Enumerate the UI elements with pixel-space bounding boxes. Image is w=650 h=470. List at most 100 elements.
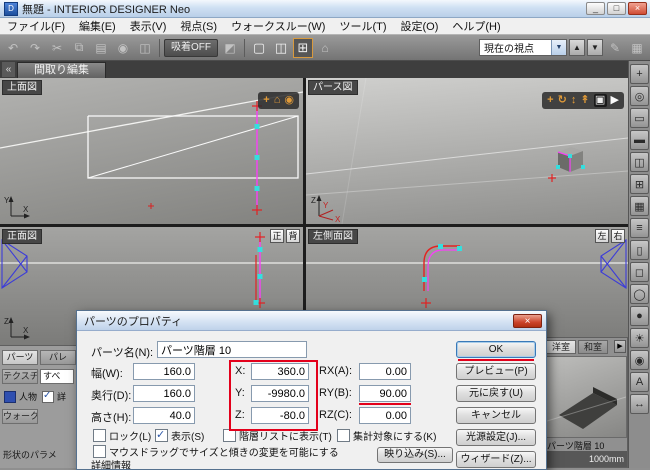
elevate-view-button[interactable]: ↕ — [571, 94, 577, 107]
tab-floorplan-edit[interactable]: 間取り編集 — [17, 62, 106, 78]
tab-walk[interactable]: ウォーク — [2, 409, 38, 424]
title-bar[interactable]: D 無題 - INTERIOR DESIGNER Neo _ □ × — [0, 0, 650, 18]
view-single-button[interactable]: ▢ — [249, 38, 269, 58]
pos-x-input[interactable] — [251, 363, 309, 380]
tab-western-room[interactable]: 洋室 — [546, 340, 576, 354]
back-face-button[interactable]: 背 — [286, 229, 300, 243]
edit-menu-item[interactable]: 編集(E) — [72, 17, 123, 35]
tab-japanese-room[interactable]: 和室 — [578, 340, 608, 354]
window-tool-button[interactable]: ⊞ — [630, 174, 649, 194]
sphere-tool-button[interactable]: ● — [630, 306, 649, 326]
category-dropdown[interactable]: すべ — [40, 369, 74, 384]
frame-button[interactable]: ◫ — [135, 38, 155, 58]
text-tool-button[interactable]: A — [630, 372, 649, 392]
paste-button[interactable]: ▤ — [91, 38, 111, 58]
part-preview-thumbnail[interactable] — [546, 356, 627, 438]
move-view-button[interactable]: + — [547, 94, 553, 107]
maximize-button[interactable]: □ — [607, 2, 626, 15]
tools-menu-item[interactable]: ツール(T) — [332, 17, 393, 35]
capture-button[interactable]: ◉ — [113, 38, 133, 58]
height-input[interactable] — [133, 407, 195, 424]
tab-texture[interactable]: テクスチャ — [2, 369, 38, 384]
minimize-button[interactable]: _ — [586, 2, 605, 15]
walk-view-button[interactable]: ↟ — [580, 94, 589, 107]
camera-view-button[interactable]: ◉ — [284, 94, 294, 107]
detail-toggle[interactable]: 詳 — [42, 390, 66, 403]
rot-x-input[interactable] — [359, 363, 411, 380]
column-tool-button[interactable]: ▯ — [630, 240, 649, 260]
height-label: 高さ(H): — [91, 409, 131, 425]
person-toggle[interactable]: 人物 — [4, 390, 37, 403]
orbit-view-button[interactable]: ↻ — [558, 94, 567, 107]
move-view-button[interactable]: + — [263, 94, 269, 107]
tab-parts[interactable]: パーツ — [2, 350, 38, 365]
revert-button[interactable]: 元に戻す(U) — [456, 385, 536, 402]
rot-z-input[interactable] — [359, 407, 411, 424]
help-menu-item[interactable]: ヘルプ(H) — [445, 17, 507, 35]
front-face-button[interactable]: 正 — [270, 229, 284, 243]
wizard-button[interactable]: ウィザード(Z)... — [456, 451, 536, 468]
snap-toggle-button[interactable]: 吸着OFF — [164, 39, 218, 57]
floor-tool-button[interactable]: ▦ — [630, 196, 649, 216]
ok-button[interactable]: OK — [456, 341, 536, 358]
preview-button[interactable]: プレビュー(P) — [456, 363, 536, 380]
light-settings-button[interactable]: 光源設定(J)... — [456, 429, 536, 446]
copy-button[interactable]: ⧉ — [69, 38, 89, 58]
fit-view-button[interactable]: ▣ — [594, 94, 607, 107]
edit-viewpoint-button[interactable]: ✎ — [605, 38, 625, 58]
undo-button[interactable]: ↶ — [3, 38, 23, 58]
tab-palette[interactable]: パレ — [40, 350, 76, 365]
pointer-mode-button[interactable]: ▶ — [611, 94, 619, 107]
cylinder-tool-button[interactable]: ◯ — [630, 284, 649, 304]
detail-checkbox[interactable] — [42, 391, 54, 403]
viewpoint-next-button[interactable]: ▼ — [587, 39, 603, 56]
viewport-top-view[interactable]: 上面図 + ⌂ ◉ Y X — [0, 78, 303, 224]
tab-scroll-right-button[interactable]: ▶ — [614, 340, 626, 353]
detail-info-link[interactable]: 詳細情報 — [91, 457, 131, 470]
home-view-button[interactable]: ⌂ — [274, 94, 281, 107]
view-menu-item[interactable]: 表示(V) — [123, 17, 174, 35]
viewpoint-prev-button[interactable]: ▲ — [569, 39, 585, 56]
right-face-button[interactable]: 右 — [611, 229, 625, 243]
close-button[interactable]: × — [628, 2, 647, 15]
room-tool-button[interactable]: ▭ — [630, 108, 649, 128]
box-tool-button[interactable]: ◻ — [630, 262, 649, 282]
viewpoint-select[interactable]: 現在の視点 ▼ — [479, 39, 567, 56]
zoom-tool-button[interactable]: ◎ — [630, 86, 649, 106]
stairs-tool-button[interactable]: ≡ — [630, 218, 649, 238]
view-quad-button[interactable]: ⊞ — [293, 38, 313, 58]
width-input[interactable] — [133, 363, 195, 380]
cut-button[interactable]: ✂ — [47, 38, 67, 58]
grid-button[interactable]: ▦ — [627, 38, 647, 58]
settings-menu-item[interactable]: 設定(O) — [394, 17, 446, 35]
pos-y-input[interactable] — [251, 385, 309, 402]
measure-tool-button[interactable]: ↔ — [630, 394, 649, 414]
visible-checkbox[interactable]: 表示(S) — [155, 428, 204, 443]
left-face-button[interactable]: 左 — [595, 229, 609, 243]
redo-button[interactable]: ↷ — [25, 38, 45, 58]
walkthrough-menu-item[interactable]: ウォークスルー(W) — [224, 17, 332, 35]
reflection-button[interactable]: 映り込み(S)... — [377, 447, 453, 463]
pos-z-input[interactable] — [251, 407, 309, 424]
lock-checkbox[interactable]: ロック(L) — [93, 428, 151, 443]
viewport-perspective[interactable]: パース図 + ↻ ↕ ↟ ▣ ▶ Z Y X — [306, 78, 628, 224]
door-tool-button[interactable]: ◫ — [630, 152, 649, 172]
view-dual-button[interactable]: ◫ — [271, 38, 291, 58]
rot-y-input[interactable] — [359, 385, 411, 402]
cancel-button[interactable]: キャンセル — [456, 407, 536, 424]
depth-input[interactable] — [133, 385, 195, 402]
layer-list-checkbox[interactable]: 階層リストに表示(T) — [223, 428, 332, 443]
home-view-button[interactable]: ⌂ — [315, 38, 335, 58]
dialog-title-bar[interactable]: パーツのプロパティ — [77, 311, 546, 331]
tally-checkbox[interactable]: 集計対象にする(K) — [337, 428, 436, 443]
lock-button[interactable]: ◩ — [220, 38, 240, 58]
viewpoint-menu-item[interactable]: 視点(S) — [173, 17, 224, 35]
file-menu-item[interactable]: ファイル(F) — [0, 17, 72, 35]
collapse-panel-button[interactable]: « — [2, 62, 15, 77]
light-tool-button[interactable]: ☀ — [630, 328, 649, 348]
part-name-input[interactable] — [157, 341, 307, 358]
dialog-close-button[interactable]: × — [513, 314, 542, 328]
wall-tool-button[interactable]: ▬ — [630, 130, 649, 150]
pan-tool-button[interactable]: + — [630, 64, 649, 84]
camera-tool-button[interactable]: ◉ — [630, 350, 649, 370]
